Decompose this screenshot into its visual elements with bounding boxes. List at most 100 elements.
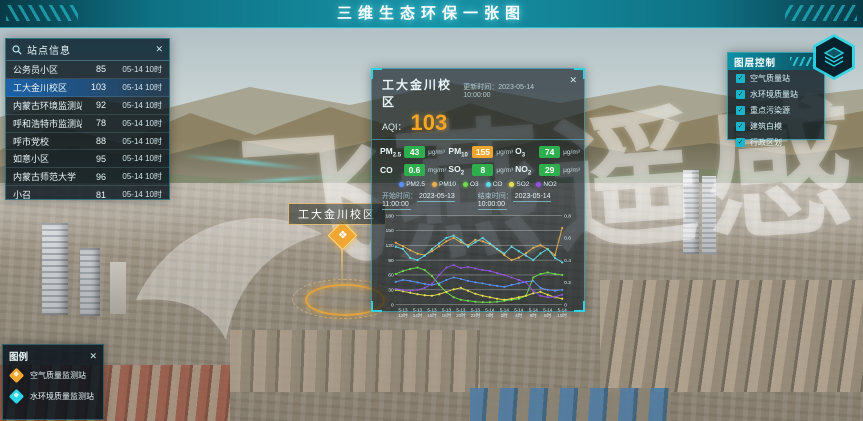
pollutant-label: PM10: [448, 146, 469, 159]
close-icon[interactable]: ✕: [89, 351, 97, 362]
station-row[interactable]: 内蒙古师范大学9605-14 10时: [6, 168, 169, 186]
svg-text:5-1318时: 5-1318时: [442, 308, 452, 319]
app-header: 三维生态环保一张图: [0, 0, 863, 28]
station-time: 05-14 10时: [106, 118, 162, 129]
station-row[interactable]: 工大金川校区10305-14 10时: [6, 79, 169, 97]
diamond-marker-icon: ❖: [9, 368, 25, 384]
pollutant-cell: SO28μg/m³: [448, 164, 513, 177]
layer-checkbox[interactable]: ✓: [736, 122, 745, 131]
station-time: 05-14 10时: [106, 153, 162, 164]
svg-text:120: 120: [386, 243, 394, 249]
chart-legend-item[interactable]: SO2: [509, 181, 529, 188]
layer-label: 行政区划: [750, 137, 782, 148]
layer-item[interactable]: ✓空气质量站: [728, 70, 824, 86]
tower-building: [110, 262, 126, 314]
layer-item[interactable]: ✓ 重点污染源: [728, 102, 824, 118]
station-aqi: 103: [82, 82, 106, 92]
station-row[interactable]: 小召8105-14 10时: [6, 186, 169, 204]
svg-text:60: 60: [388, 273, 394, 279]
svg-text:5-1322时: 5-1322时: [471, 308, 481, 319]
layer-item[interactable]: ✓建筑白模: [728, 118, 824, 134]
pollutant-grid: PM2.543μg/m³PM10155μg/m³O374μg/m³CO0.6mg…: [372, 140, 584, 178]
station-row[interactable]: 如意小区9505-14 10时: [6, 150, 169, 168]
station-rows: 公务员小区8505-14 10时工大金川校区10305-14 10时内蒙古环境监…: [6, 61, 169, 204]
svg-text:5-144时: 5-144时: [514, 308, 524, 319]
map-legend-title: 图例: [9, 349, 28, 363]
station-time: 05-14 10时: [106, 100, 162, 111]
pollutant-label: CO: [380, 165, 401, 175]
map-legend-items: ❖ 空气质量监测站 ❖ 水环境质量监测站: [3, 365, 103, 407]
station-row[interactable]: 呼和浩特市监测站7805-14 10时: [6, 115, 169, 133]
header-decoration-right: [785, 5, 857, 21]
legend-series-name: PM2.5: [406, 181, 425, 188]
start-time-label: 开始时间：: [382, 193, 417, 200]
svg-text:5-142时: 5-142时: [500, 308, 510, 319]
chart-legend-item[interactable]: PM10: [432, 181, 456, 188]
pollutant-unit: μg/m³: [496, 167, 513, 174]
layers-toggle-button[interactable]: [813, 34, 855, 80]
svg-text:90: 90: [388, 258, 394, 264]
station-aqi: 81: [82, 190, 106, 200]
station-row[interactable]: 呼市党校8805-14 10时: [6, 133, 169, 151]
layer-label: 重点污染源: [750, 105, 790, 116]
station-name: 呼和浩特市监测站: [13, 117, 82, 130]
pollutant-value-badge: 29: [539, 164, 560, 176]
aqi-chart-svg: 030609012015018000.20.40.60.85-1312时5-13…: [374, 209, 582, 333]
legend-series-name: PM10: [439, 181, 456, 188]
pollutant-unit: μg/m³: [563, 149, 580, 156]
svg-text:0.2: 0.2: [564, 281, 571, 287]
station-row[interactable]: 内蒙古环境监测站9205-14 10时: [6, 97, 169, 115]
chart-legend-item[interactable]: NO2: [536, 181, 556, 188]
close-icon[interactable]: ✕: [155, 44, 163, 55]
pollutant-value-badge: 74: [539, 146, 560, 158]
station-time: 05-14 10时: [106, 136, 162, 147]
end-time-label: 结束时间：: [478, 193, 513, 200]
marker-glyph: ❖: [13, 393, 19, 400]
station-row[interactable]: 公务员小区8505-14 10时: [6, 61, 169, 79]
chart-legend-item[interactable]: CO: [486, 181, 503, 188]
svg-text:180: 180: [386, 214, 394, 220]
layers-icon: [822, 45, 846, 69]
panel-corner: [371, 68, 382, 79]
svg-text:0.4: 0.4: [564, 258, 571, 264]
pollutant-cell: PM2.543μg/m³: [380, 146, 446, 159]
pollutant-value-badge: 155: [472, 146, 493, 158]
svg-text:150: 150: [386, 229, 394, 235]
station-time: 05-14 10时: [106, 82, 162, 93]
layer-item[interactable]: ✓ 水环境质量站: [728, 86, 824, 102]
time-range-row: 开始时间：2023-05-13 11:00:00 结束时间：2023-05-14…: [372, 189, 584, 208]
station-aqi: 92: [82, 100, 106, 110]
layer-checkbox[interactable]: ✓: [736, 138, 745, 147]
pollutant-value-badge: 8: [472, 164, 493, 176]
legend-dot-icon: [399, 182, 404, 187]
map-legend-header: 图例 ✕: [3, 345, 103, 365]
legend-dot-icon: [463, 182, 468, 187]
legend-dot-icon: [536, 182, 541, 187]
aqi-readout: AQI： 103: [372, 111, 584, 140]
pollutant-cell: CO0.6mg/m³: [380, 164, 446, 177]
close-icon[interactable]: ✕: [569, 75, 577, 86]
search-icon[interactable]: [12, 45, 22, 55]
page-title: 三维生态环保一张图: [0, 0, 863, 27]
station-time: 05-14 10时: [106, 64, 162, 75]
blue-roof-sheds: [470, 388, 670, 421]
panel-corner: [574, 301, 585, 312]
layer-checkbox[interactable]: ✓: [736, 106, 745, 115]
pollutant-unit: μg/m³: [496, 149, 513, 156]
pollutant-cell: PM10155μg/m³: [448, 146, 513, 159]
map-legend-panel: 图例 ✕ ❖ 空气质量监测站 ❖ 水环境质量监测站: [2, 344, 104, 420]
layer-checkbox[interactable]: ✓: [736, 90, 745, 99]
layer-item[interactable]: ✓ 行政区划: [728, 134, 824, 150]
layer-checkbox[interactable]: ✓: [736, 74, 745, 83]
chart-legend-item[interactable]: O3: [463, 181, 479, 188]
svg-text:5-140时: 5-140时: [485, 308, 495, 319]
marker-stem: [341, 247, 343, 291]
legend-item-label: 水环境质量监测站: [30, 391, 94, 402]
legend-dot-icon: [432, 182, 437, 187]
layer-label: 水环境质量站: [750, 89, 798, 100]
legend-item: ❖ 水环境质量监测站: [3, 386, 103, 407]
legend-item: ❖ 空气质量监测站: [3, 365, 103, 386]
station-name: 小召: [13, 188, 82, 201]
chart-legend-item[interactable]: PM2.5: [399, 181, 425, 188]
legend-item-label: 空气质量监测站: [30, 370, 86, 381]
